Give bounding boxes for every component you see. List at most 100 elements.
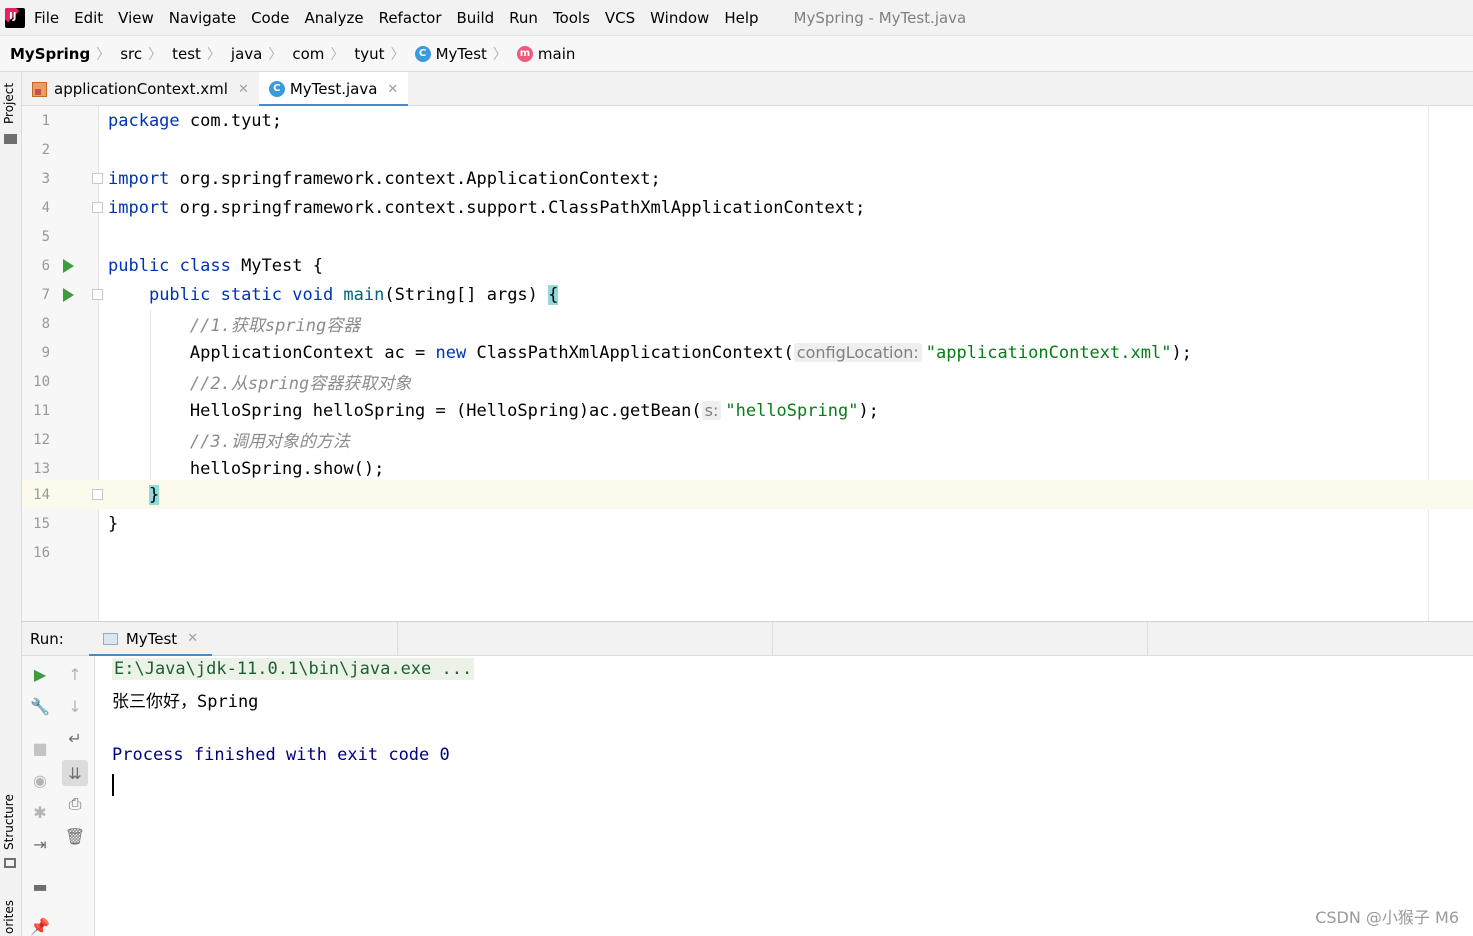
menu-help[interactable]: Help [724,9,758,27]
menu-refactor[interactable]: Refactor [379,9,442,27]
structure-icon [4,858,16,868]
stop-icon[interactable]: ■ [30,738,50,758]
run-gutter-icon[interactable] [63,258,74,273]
method-name: main [333,284,385,305]
line-number: 12 [33,431,50,448]
code-text: } [108,514,118,534]
breadcrumb-tyut[interactable]: tyut [344,45,390,63]
folder-icon [4,134,17,144]
keyword: new [435,342,467,363]
favorites-tool-button[interactable]: orites [2,900,16,934]
fold-icon[interactable] [92,289,103,300]
keyword: import [108,168,170,189]
code-text: ApplicationContext ac = [189,342,436,363]
tab-application-context-xml[interactable]: applicationContext.xml ✕ [22,72,259,106]
menu-view[interactable]: View [118,9,154,27]
run-tool-window-header: Run: MyTest ✕ [22,621,1473,657]
menu-build[interactable]: Build [457,9,495,27]
camera-icon[interactable]: ◉ [30,770,50,790]
fold-icon[interactable] [92,202,103,213]
menu-analyze[interactable]: Analyze [304,9,363,27]
print-icon[interactable]: ⎙ [65,794,85,814]
project-tool-button[interactable]: Project [2,83,16,124]
parameter-hint: s: [701,400,722,420]
breadcrumb-method-label: main [537,44,576,63]
arrow-down-icon[interactable]: ↓ [65,696,85,716]
breadcrumb-method[interactable]: m main [507,45,581,63]
pin-icon[interactable]: 📌 [30,916,50,936]
code-text: ApplicationContext ac = new ClassPathXml… [108,342,1192,363]
matched-brace: } [148,484,160,505]
menu-navigate[interactable]: Navigate [169,9,236,27]
run-tab-mytest[interactable]: MyTest ✕ [88,622,213,657]
menu-vcs[interactable]: VCS [605,9,635,27]
structure-tool-button[interactable]: Structure [2,794,16,850]
breadcrumb-project[interactable]: MySpring [0,45,96,63]
keyword: import [108,197,170,218]
code-text: helloSpring.show(); [108,459,384,479]
code-text: HelloSpring helloSpring = (HelloSpring)a… [189,400,702,421]
breadcrumb-test[interactable]: test [162,45,207,63]
console-output-line: 张三你好，Spring [112,692,259,712]
line-number: 16 [33,544,50,561]
code-line: 12 //3.调用对象的方法 [22,425,1473,454]
rerun-icon[interactable]: ▶ [30,664,50,684]
close-icon[interactable]: ✕ [387,82,398,97]
chevron-right-icon: 〉 [390,46,405,63]
menu-run[interactable]: Run [509,9,538,27]
scroll-to-end-icon[interactable]: ⇊ [62,760,88,786]
exit-icon[interactable]: ⇥ [30,834,50,854]
close-icon[interactable]: ✕ [238,82,249,97]
line-number: 11 [33,402,50,419]
tab-label: MyTest.java [289,80,378,98]
code-line: 4 import org.springframework.context.supp… [22,193,1473,222]
code-text: } [108,484,160,505]
line-number: 5 [41,228,50,245]
code-comment: //3.调用对象的方法 [108,427,350,452]
line-number: 1 [41,112,50,129]
breadcrumb-com[interactable]: com [282,45,330,63]
method-icon: m [516,45,533,62]
chevron-right-icon: 〉 [96,46,111,63]
breadcrumb-src[interactable]: src [110,45,148,63]
string-literal: "helloSpring" [725,400,859,421]
run-label: Run: [30,629,64,648]
code-editor[interactable]: 1 package com.tyut; 2 3 import org.springf… [22,106,1473,621]
string-literal: "applicationContext.xml" [925,342,1172,363]
wrench-icon[interactable]: 🔧 [30,696,50,716]
parameter-hint: configLocation: [793,342,922,362]
tab-mytest-java[interactable]: C MyTest.java ✕ [258,72,409,107]
debug-icon[interactable]: ✱ [30,802,50,822]
comment-text: //2.从spring容器获取对象 [189,374,412,394]
code-text: public class MyTest { [108,256,323,276]
menu-edit[interactable]: Edit [74,9,103,27]
breadcrumb-java[interactable]: java [221,45,268,63]
line-number: 2 [41,141,50,158]
run-gutter-icon[interactable] [63,287,74,302]
run-toolbar: ▶ 🔧 ■ ◉ ✱ ⇥ ▬ 📌 ↑ ↓ ↵ ⇊ ⎙ 🗑 [22,656,95,936]
code-text: HelloSpring helloSpring = (HelloSpring)a… [108,400,879,421]
menu-window[interactable]: Window [650,9,709,27]
soft-wrap-icon[interactable]: ↵ [65,728,85,748]
fold-icon[interactable] [92,489,103,500]
code-text: ClassPathXmlApplicationContext( [466,342,794,363]
code-text: org.springframework.context.support.Clas… [169,197,866,218]
menu-file[interactable]: File [34,9,59,27]
console-icon [102,632,118,645]
code-text: helloSpring.show(); [189,458,385,479]
trash-icon[interactable]: 🗑 [65,826,85,846]
text-caret [112,774,114,796]
code-text: package com.tyut; [108,111,282,131]
fold-icon[interactable] [92,173,103,184]
console-output[interactable]: E:\Java\jdk-11.0.1\bin\java.exe ... 张三你好… [95,656,1473,936]
menu-tools[interactable]: Tools [553,9,590,27]
code-text: ); [858,400,879,421]
breadcrumb-class[interactable]: C MyTest [405,45,493,63]
tab-label: applicationContext.xml [54,80,228,98]
close-icon[interactable]: ✕ [187,631,198,646]
line-number: 9 [41,344,50,361]
chevron-right-icon: 〉 [330,46,345,63]
menu-code[interactable]: Code [251,9,289,27]
layout-icon[interactable]: ▬ [30,876,50,896]
arrow-up-icon[interactable]: ↑ [65,664,85,684]
